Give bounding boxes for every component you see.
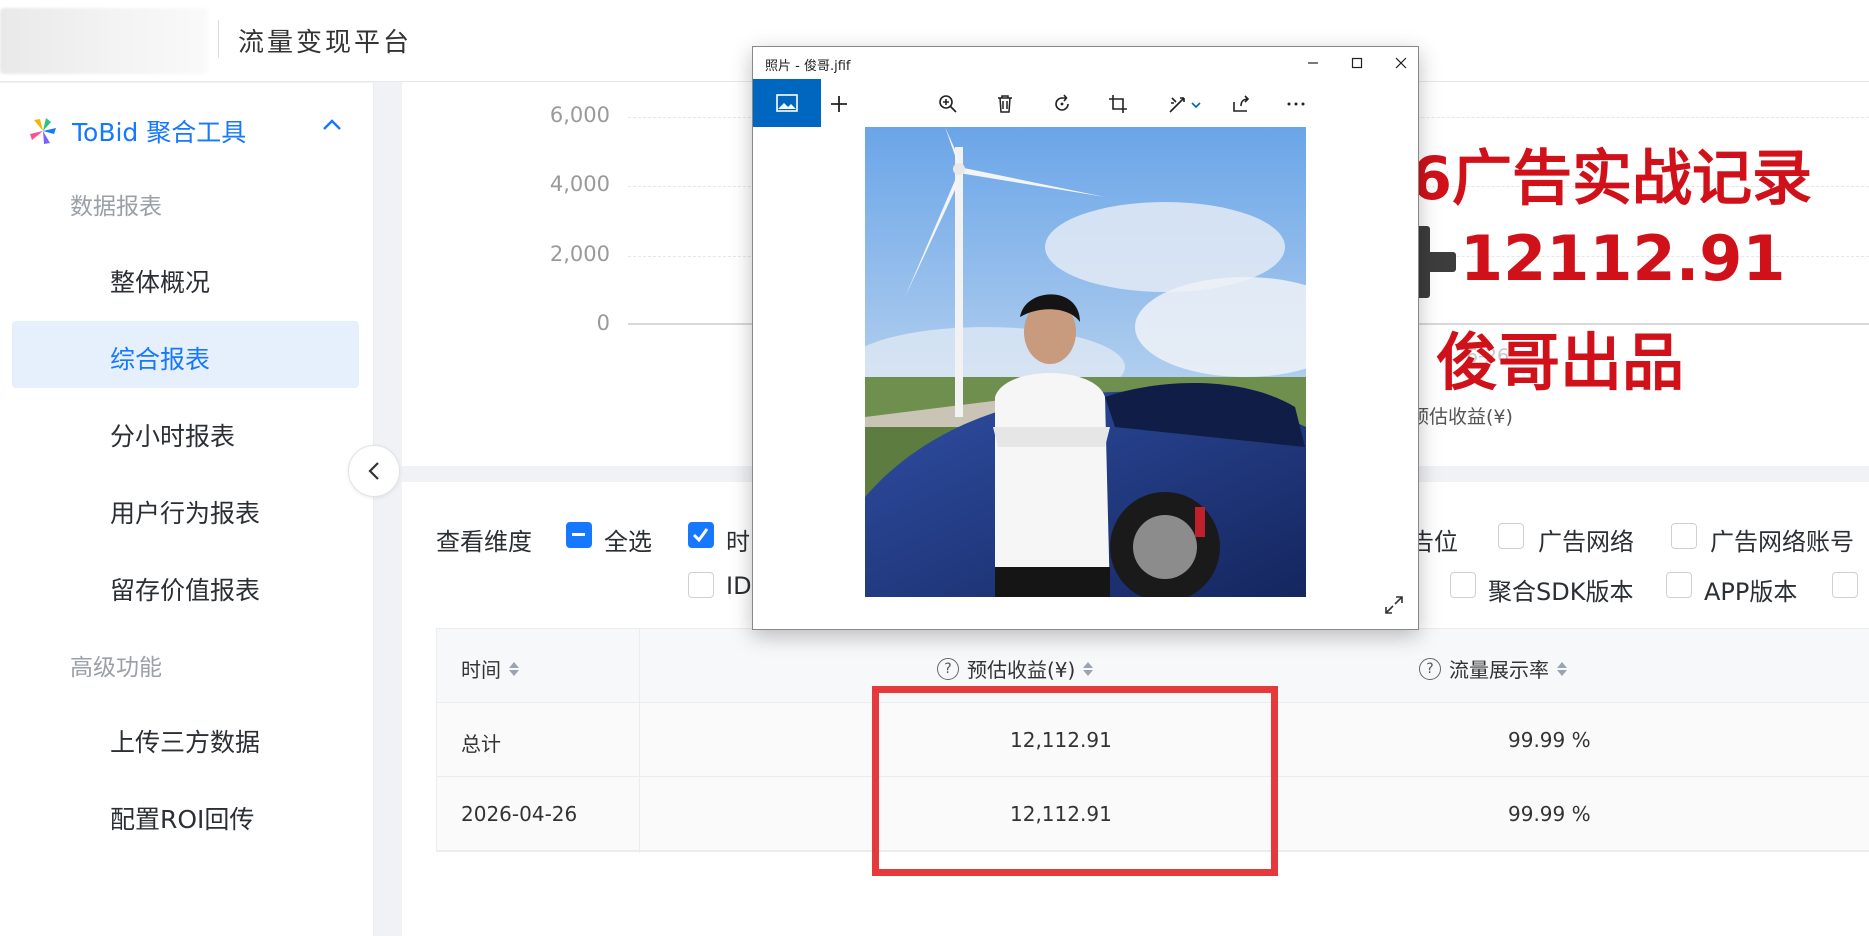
delete-button[interactable] (992, 91, 1018, 117)
sdk-version-label: 聚合SDK版本 (1488, 578, 1634, 606)
sort-icon[interactable] (1083, 661, 1094, 676)
y-tick: 6,000 (549, 103, 610, 127)
crop-button[interactable] (1105, 91, 1131, 117)
highlight-box (872, 686, 1278, 876)
cell-fill-rate: 99.99 % (1508, 802, 1591, 826)
y-tick: 4,000 (549, 172, 610, 196)
more-icon (1287, 102, 1305, 106)
col-header-time-label: 时间 (461, 658, 501, 682)
logo (0, 8, 208, 74)
help-icon[interactable]: ? (937, 657, 959, 680)
viewer-toolbar (753, 79, 1418, 127)
overlay-author: 俊哥出品 (1436, 326, 1685, 399)
cell-time: 2026-04-26 (461, 802, 578, 826)
sidebar-group-label: ToBid 聚合工具 (72, 118, 247, 147)
y-tick: 2,000 (549, 242, 610, 266)
zoom-in-button[interactable] (935, 91, 961, 117)
tobid-logo-icon (30, 118, 56, 144)
close-icon (1395, 57, 1407, 69)
column-divider (639, 629, 640, 853)
window-titlebar[interactable]: 照片 - 俊哥.jfif (753, 47, 1418, 79)
ad-network-label: 广告网络 (1538, 528, 1634, 556)
photo-viewer-window[interactable]: 照片 - 俊哥.jfif (752, 46, 1419, 630)
ad-network-account-checkbox[interactable] (1671, 523, 1697, 549)
sidebar-item-roi-callback[interactable]: 配置ROI回传 (110, 800, 254, 836)
share-button[interactable] (1228, 91, 1254, 117)
ad-network-checkbox[interactable] (1498, 523, 1524, 549)
help-icon[interactable]: ? (1419, 657, 1441, 680)
sidebar-section-reports: 数据报表 (70, 194, 162, 220)
id-checkbox[interactable] (688, 572, 714, 598)
divider (218, 20, 219, 58)
dimension-label: 查看维度 (436, 528, 532, 556)
expand-icon[interactable] (1384, 595, 1404, 615)
more-button[interactable] (1283, 91, 1309, 117)
plus-icon (831, 96, 847, 112)
magic-wand-icon (1169, 97, 1201, 113)
chart-legend-item[interactable]: 预估收益(¥) (1410, 402, 1513, 429)
app-version-label: APP版本 (1704, 578, 1798, 606)
minimize-icon (1308, 62, 1318, 64)
time-checkbox[interactable] (688, 522, 714, 548)
sidebar-section-advanced: 高级功能 (70, 655, 162, 681)
crop-icon (1109, 95, 1127, 113)
sort-icon[interactable] (509, 661, 519, 676)
platform-title: 流量变现平台 (238, 28, 413, 58)
rotate-button[interactable] (1049, 91, 1075, 117)
sidebar-collapse-button[interactable] (348, 445, 400, 497)
y-tick: 0 (596, 311, 610, 335)
view-image-button[interactable] (753, 79, 821, 127)
add-button[interactable] (826, 91, 852, 117)
sidebar-item-user-behavior[interactable]: 用户行为报表 (110, 494, 260, 530)
chevron-left-icon (368, 462, 379, 480)
chevron-up-icon[interactable] (322, 119, 342, 131)
image-icon (776, 94, 798, 112)
col-header-revenue[interactable]: ? 预估收益(¥) (937, 654, 1094, 683)
sidebar-item-overview[interactable]: 整体概况 (110, 263, 210, 299)
ad-network-account-label: 广告网络账号 (1710, 528, 1854, 556)
edit-menu-button[interactable] (1165, 91, 1205, 117)
cell-fill-rate: 99.99 % (1508, 728, 1591, 752)
id-label: ID (726, 572, 752, 600)
col-header-fill-rate-label: 流量展示率 (1449, 658, 1549, 682)
select-all-label: 全选 (604, 528, 652, 556)
rotate-icon (1055, 94, 1069, 111)
share-icon (1233, 95, 1250, 112)
sidebar-item-upload-data[interactable]: 上传三方数据 (110, 723, 260, 759)
overlay-amount: 12112.91 (1460, 222, 1786, 295)
minus-icon (572, 533, 585, 536)
select-all-checkbox[interactable] (566, 522, 592, 548)
col-header-time[interactable]: 时间 (461, 654, 519, 683)
photo-image (865, 127, 1306, 597)
sidebar-group-tobid[interactable]: ToBid 聚合工具 (28, 111, 246, 151)
close-button[interactable] (1389, 51, 1413, 75)
sidebar: ToBid 聚合工具 数据报表 整体概况 综合报表 分小时报表 用户行为报表 留… (0, 83, 374, 936)
check-icon (692, 528, 709, 543)
zoom-in-icon (939, 95, 957, 113)
sort-icon[interactable] (1557, 661, 1567, 676)
window-title: 照片 - 俊哥.jfif (765, 59, 851, 74)
sidebar-item-hourly-report[interactable]: 分小时报表 (110, 417, 235, 453)
time-label: 时 (726, 528, 750, 556)
col-header-fill-rate[interactable]: ? 流量展示率 (1419, 654, 1567, 683)
sidebar-item-retention-value[interactable]: 留存价值报表 (110, 571, 260, 607)
sdk-version-checkbox[interactable] (1450, 572, 1476, 598)
minimize-button[interactable] (1301, 51, 1325, 75)
cell-time: 总计 (461, 732, 501, 756)
col-header-revenue-label: 预估收益(¥) (967, 658, 1076, 682)
trash-icon (998, 95, 1012, 113)
sidebar-item-comprehensive-report[interactable]: 综合报表 (110, 340, 210, 376)
app-version-checkbox[interactable] (1666, 572, 1692, 598)
extra-checkbox[interactable] (1832, 572, 1858, 598)
maximize-button[interactable] (1345, 51, 1369, 75)
maximize-icon (1351, 57, 1363, 69)
